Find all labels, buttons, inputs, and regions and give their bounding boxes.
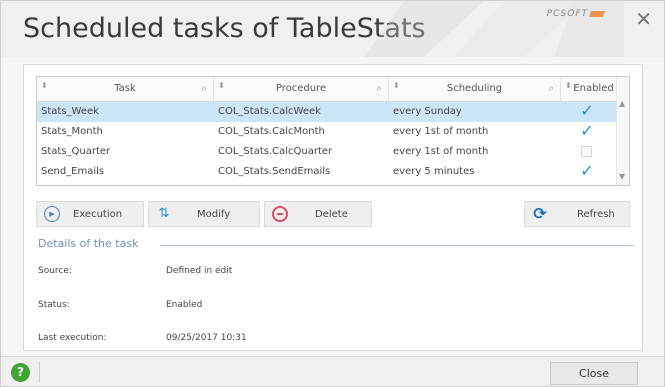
- filter-icon[interactable]: ⌕: [376, 77, 382, 101]
- vertical-scrollbar[interactable]: ▲ ▼: [616, 77, 629, 185]
- detail-value: Defined in edit: [166, 266, 233, 276]
- delete-button[interactable]: Delete: [264, 201, 372, 227]
- delete-button-label: Delete: [315, 209, 348, 220]
- details-section-title: Details of the task: [38, 237, 139, 250]
- dialog-window: Scheduled tasks of TableStats PCSOFT ✕ ⬍…: [0, 0, 665, 387]
- column-header-label: Procedure: [275, 83, 327, 94]
- execution-button[interactable]: ▶ Execution: [36, 201, 144, 227]
- cell-task: Stats_Quarter: [41, 146, 111, 157]
- column-header-procedure[interactable]: ⬍ Procedure ⌕: [214, 77, 389, 101]
- detail-value: 09/25/2017 10:31: [166, 333, 247, 343]
- refresh-button-label: Refresh: [577, 209, 615, 220]
- detail-label: Source:: [38, 266, 72, 276]
- cell-task: Send_Emails: [41, 166, 105, 177]
- table-header: ⬍ Task ⌕ ⬍ Procedure ⌕ ⬍ Scheduling ⌕ ⬍ …: [37, 77, 629, 102]
- scroll-down-icon[interactable]: ▼: [619, 172, 625, 181]
- execution-button-label: Execution: [73, 209, 123, 220]
- dialog-footer: ? Close: [1, 356, 664, 386]
- close-icon[interactable]: ✕: [635, 7, 652, 31]
- cell-procedure: COL_Stats.CalcWeek: [218, 106, 321, 117]
- cell-task: Stats_Week: [41, 106, 99, 117]
- column-header-scheduling[interactable]: ⬍ Scheduling ⌕: [389, 77, 561, 101]
- table-row[interactable]: Stats_Quarter COL_Stats.CalcQuarter ever…: [37, 142, 616, 162]
- checkmark-icon[interactable]: ✓: [579, 163, 595, 179]
- cell-scheduling: every Sunday: [393, 106, 462, 117]
- detail-label: Last execution:: [38, 333, 107, 343]
- modify-button[interactable]: ⇅ Modify: [148, 201, 260, 227]
- refresh-button[interactable]: ⟳ Refresh: [524, 201, 630, 227]
- details-divider: [160, 245, 634, 246]
- cell-scheduling: every 1st of month: [393, 126, 489, 137]
- title-bar: Scheduled tasks of TableStats PCSOFT ✕: [1, 1, 664, 57]
- modify-icon: ⇅: [158, 206, 170, 221]
- play-icon: ▶: [44, 206, 60, 222]
- detail-label: Status:: [38, 300, 70, 310]
- brand-logo: PCSOFT: [546, 9, 606, 19]
- filter-icon[interactable]: ⌕: [201, 77, 207, 101]
- modify-button-label: Modify: [197, 209, 231, 220]
- column-header-label: Enabled: [573, 83, 614, 94]
- cell-procedure: COL_Stats.CalcMonth: [218, 126, 325, 137]
- content-panel: ⬍ Task ⌕ ⬍ Procedure ⌕ ⬍ Scheduling ⌕ ⬍ …: [23, 64, 643, 351]
- brand-logo-mark: [588, 10, 606, 17]
- checkmark-icon[interactable]: ✓: [579, 123, 595, 139]
- column-header-enabled[interactable]: ⬍ Enabled: [561, 77, 617, 101]
- table-row[interactable]: Stats_Week COL_Stats.CalcWeek every Sund…: [37, 102, 616, 122]
- detail-value: Enabled: [166, 300, 203, 310]
- refresh-icon: ⟳: [533, 204, 547, 223]
- scroll-up-icon[interactable]: ▲: [619, 99, 625, 108]
- checkmark-icon[interactable]: ✓: [579, 103, 595, 119]
- table-row[interactable]: Send_Emails COL_Stats.SendEmails every 5…: [37, 162, 616, 182]
- delete-icon: [272, 206, 288, 222]
- filter-icon[interactable]: ⌕: [548, 77, 554, 101]
- cell-task: Stats_Month: [41, 126, 103, 137]
- cell-procedure: COL_Stats.SendEmails: [218, 166, 331, 177]
- column-header-task[interactable]: ⬍ Task ⌕: [37, 77, 214, 101]
- brand-logo-text: PCSOFT: [546, 9, 588, 19]
- close-button[interactable]: Close: [550, 362, 638, 385]
- cell-procedure: COL_Stats.CalcQuarter: [218, 146, 333, 157]
- enabled-checkbox[interactable]: [581, 146, 592, 157]
- help-icon[interactable]: ?: [11, 363, 30, 382]
- footer-divider: [39, 361, 40, 383]
- column-header-label: Scheduling: [446, 83, 503, 94]
- column-header-label: Task: [114, 83, 136, 94]
- tasks-table[interactable]: ⬍ Task ⌕ ⬍ Procedure ⌕ ⬍ Scheduling ⌕ ⬍ …: [36, 76, 630, 186]
- cell-scheduling: every 5 minutes: [393, 166, 475, 177]
- cell-scheduling: every 1st of month: [393, 146, 489, 157]
- task-toolbar: ▶ Execution ⇅ Modify Delete ⟳ Refresh: [36, 201, 630, 227]
- table-row[interactable]: Stats_Month COL_Stats.CalcMonth every 1s…: [37, 122, 616, 142]
